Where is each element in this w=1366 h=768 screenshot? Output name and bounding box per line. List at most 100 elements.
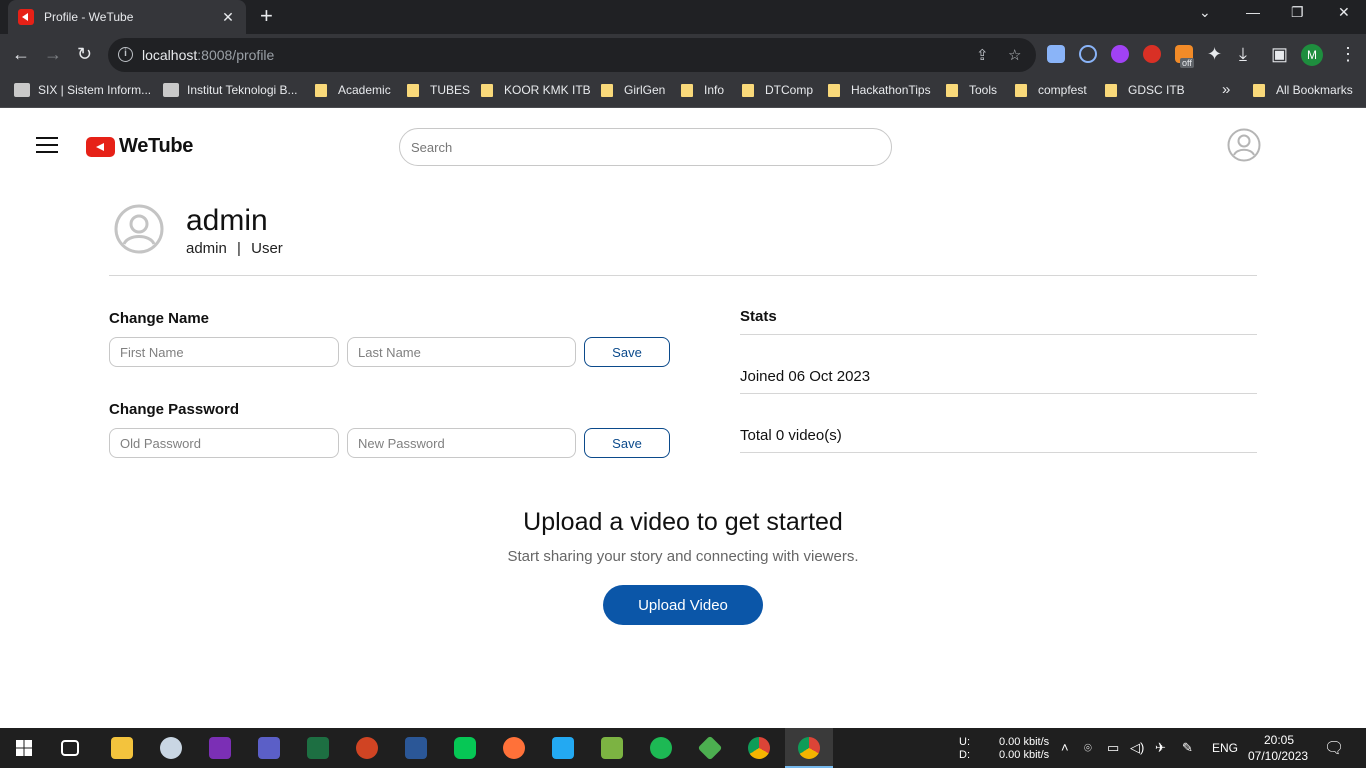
- search-input[interactable]: [399, 128, 892, 166]
- side-panel-icon[interactable]: ▣: [1271, 44, 1288, 64]
- downloads-icon[interactable]: ⤓: [1239, 44, 1247, 64]
- extensions-puzzle-icon[interactable]: ✦: [1207, 44, 1222, 64]
- bookmark-tools[interactable]: Tools: [946, 83, 997, 97]
- logo-text: WeTube: [119, 135, 194, 157]
- extension-react-icon[interactable]: [1079, 45, 1097, 63]
- bookmark-info[interactable]: Info: [681, 83, 724, 97]
- browser-tab-active[interactable]: Profile - WeTube ✕: [8, 0, 246, 34]
- minimize-icon[interactable]: —: [1246, 4, 1260, 20]
- file-explorer-icon[interactable]: [111, 737, 133, 759]
- task-view-icon[interactable]: [61, 740, 79, 756]
- bookmark-compfest[interactable]: compfest: [1015, 83, 1087, 97]
- save-password-button[interactable]: Save: [584, 428, 670, 458]
- profile-role: User: [251, 240, 283, 257]
- bookmarks-bar: SIX | Sistem Inform... Institut Teknolog…: [0, 76, 1366, 108]
- clock-date[interactable]: 07/10/2023: [1248, 750, 1308, 762]
- windows-start-icon[interactable]: [16, 740, 32, 756]
- user-account-icon[interactable]: [1227, 128, 1261, 162]
- upload-video-button[interactable]: Upload Video: [603, 585, 763, 625]
- tab-close-icon[interactable]: ✕: [220, 9, 236, 26]
- powerpoint-icon[interactable]: [356, 737, 378, 759]
- tab-search-chevron-icon[interactable]: ⌄: [1199, 4, 1211, 21]
- extension-off-badge: off: [1180, 58, 1194, 68]
- folder-icon: [681, 83, 693, 97]
- folder-icon: [601, 83, 613, 97]
- onenote-icon[interactable]: [209, 737, 231, 759]
- language-indicator[interactable]: ENG: [1212, 742, 1238, 754]
- address-bar[interactable]: i localhost:8008/profile ⇪ ☆: [108, 38, 1036, 72]
- stats-total-videos: Total 0 video(s): [740, 427, 842, 444]
- extension-stop-icon[interactable]: [1143, 45, 1161, 63]
- android-studio-icon[interactable]: [601, 737, 623, 759]
- chrome-menu-icon[interactable]: ⋮: [1339, 44, 1357, 64]
- firefox-icon[interactable]: [503, 737, 525, 759]
- tray-chevron-up-icon[interactable]: ˄: [1061, 740, 1069, 755]
- bookmark-star-icon[interactable]: ☆: [1008, 46, 1021, 64]
- line-icon[interactable]: [454, 737, 476, 759]
- profile-subtitle: admin | User: [186, 240, 283, 257]
- hamburger-menu-icon[interactable]: [36, 137, 58, 153]
- address-url[interactable]: localhost:8008/profile: [142, 47, 274, 63]
- restore-icon[interactable]: ❐: [1291, 4, 1304, 21]
- bookmarks-overflow-button[interactable]: »: [1222, 81, 1230, 98]
- save-name-button[interactable]: Save: [584, 337, 670, 367]
- extension-incognito-icon[interactable]: [1047, 45, 1065, 63]
- site-info-icon[interactable]: i: [118, 47, 133, 62]
- close-window-icon[interactable]: ✕: [1338, 4, 1350, 21]
- minecraft-icon[interactable]: [697, 735, 723, 761]
- wetube-logo[interactable]: WeTube: [86, 135, 193, 158]
- snipping-tool-icon[interactable]: [160, 737, 182, 759]
- stats-title: Stats: [740, 308, 777, 325]
- airplane-mode-icon[interactable]: ✈: [1155, 740, 1166, 756]
- volume-icon[interactable]: ◁): [1130, 740, 1144, 756]
- bookmark-itb[interactable]: Institut Teknologi B...: [163, 83, 298, 97]
- new-password-input[interactable]: [347, 428, 576, 458]
- extension-purple-icon[interactable]: [1111, 45, 1129, 63]
- six-favicon-icon: [14, 83, 30, 97]
- profile-separator: |: [237, 240, 241, 257]
- word-icon[interactable]: [405, 737, 427, 759]
- last-name-input[interactable]: [347, 337, 576, 367]
- teams-icon[interactable]: [258, 737, 280, 759]
- old-password-input[interactable]: [109, 428, 339, 458]
- chrome-active-icon: [798, 737, 820, 759]
- bookmark-koor-kmk-itb[interactable]: KOOR KMK ITB: [481, 83, 591, 97]
- all-bookmarks[interactable]: All Bookmarks: [1253, 83, 1353, 97]
- upload-cta-subtitle: Start sharing your story and connecting …: [507, 548, 859, 565]
- itb-favicon-icon: [163, 83, 179, 97]
- browser-tab-strip: Profile - WeTube ✕ + ⌄ — ❐ ✕: [0, 0, 1366, 34]
- first-name-input[interactable]: [109, 337, 339, 367]
- taskbar-active-chrome[interactable]: [785, 728, 833, 768]
- battery-icon[interactable]: ▭: [1107, 740, 1119, 756]
- share-icon[interactable]: ⇪: [976, 46, 989, 64]
- forward-arrow-icon[interactable]: →: [44, 44, 62, 64]
- bookmark-tubes[interactable]: TUBES: [407, 83, 470, 97]
- new-tab-button[interactable]: +: [260, 5, 273, 27]
- pen-icon[interactable]: ✎: [1182, 740, 1193, 756]
- bookmark-girlgen[interactable]: GirlGen: [601, 83, 665, 97]
- spotify-icon[interactable]: [650, 737, 672, 759]
- net-down-label: D:: [959, 749, 970, 761]
- bookmark-six[interactable]: SIX | Sistem Inform...: [14, 83, 151, 97]
- folder-icon: [946, 83, 958, 97]
- change-password-title: Change Password: [109, 401, 240, 418]
- vscode-icon[interactable]: [552, 737, 574, 759]
- excel-icon[interactable]: [307, 737, 329, 759]
- bookmark-dtcomp[interactable]: DTComp: [742, 83, 813, 97]
- reload-icon[interactable]: ↻: [77, 44, 92, 64]
- stats-divider: [740, 452, 1257, 453]
- profile-avatar-icon[interactable]: M: [1301, 44, 1323, 66]
- folder-icon: [407, 83, 419, 97]
- stats-divider: [740, 393, 1257, 394]
- clock-time[interactable]: 20:05: [1264, 734, 1294, 746]
- bookmark-hackathontips[interactable]: HackathonTips: [828, 83, 931, 97]
- tab-title: Profile - WeTube: [44, 10, 134, 24]
- folder-icon: [315, 83, 327, 97]
- change-name-title: Change Name: [109, 310, 210, 327]
- notifications-icon[interactable]: 🗨: [1324, 738, 1344, 758]
- tray-camera-icon[interactable]: ⌾: [1084, 740, 1092, 756]
- bookmark-academic[interactable]: Academic: [315, 83, 391, 97]
- chrome-icon[interactable]: [748, 737, 770, 759]
- back-arrow-icon[interactable]: ←: [12, 44, 30, 64]
- bookmark-gdsc-itb[interactable]: GDSC ITB: [1105, 83, 1185, 97]
